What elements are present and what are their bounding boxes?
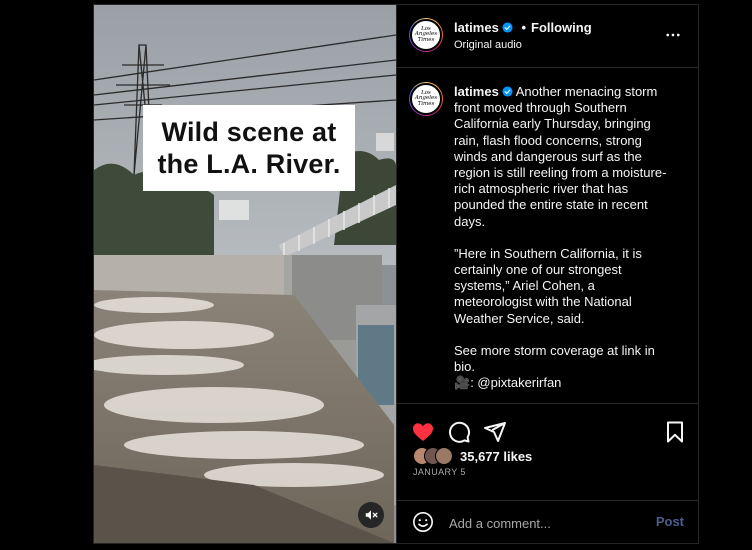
overlay-line-2: the L.A. River.: [157, 149, 341, 179]
avatar: [435, 447, 453, 465]
caption-credit: 🎥: @pixtakerirfan: [454, 375, 674, 391]
latimes-logo: Los Angeles Times: [410, 83, 442, 115]
post-date[interactable]: JANUARY 5: [413, 467, 466, 477]
liker-avatars: [413, 447, 459, 465]
caption-section: Los Angeles Times latimes Another menaci…: [397, 68, 698, 404]
caption-username-link[interactable]: latimes: [454, 84, 499, 99]
credit-handle-link[interactable]: : @pixtakerirfan: [470, 375, 561, 390]
verified-badge-icon: [502, 22, 513, 33]
comment-input[interactable]: [447, 513, 641, 533]
bookmark-icon[interactable]: [663, 420, 687, 444]
video-text-overlay: Wild scene at the L.A. River.: [143, 105, 355, 191]
likes-count-link[interactable]: 35,677 likes: [460, 449, 532, 464]
speaker-muted-icon: [365, 510, 378, 520]
avatar[interactable]: Los Angeles Times: [409, 18, 443, 52]
audio-link[interactable]: Original audio: [454, 39, 522, 51]
post-video[interactable]: Wild scene at the L.A. River.: [94, 5, 396, 543]
mute-button[interactable]: [358, 502, 384, 528]
more-horizontal-icon[interactable]: [664, 26, 682, 44]
header-name-row: latimes • Following: [454, 20, 592, 35]
caption-text: latimes Another menacing storm front mov…: [454, 84, 674, 391]
overlay-line-1: Wild scene at: [161, 117, 337, 147]
emoji-icon[interactable]: [412, 511, 434, 533]
caption-paragraph-2: ”Here in Southern California, it is cert…: [454, 245, 642, 326]
post-header: Los Angeles Times latimes • Following Ori…: [397, 5, 698, 68]
camera-emoji-icon: 🎥: [454, 375, 471, 391]
separator: •: [521, 20, 526, 35]
logo-line-3: Times: [417, 100, 435, 107]
caption-paragraph-1: latimes Another menacing storm front mov…: [454, 84, 674, 230]
logo-line-3: Times: [417, 36, 435, 43]
instagram-post: Wild scene at the L.A. River. Los Angele…: [93, 4, 699, 544]
latimes-logo: Los Angeles Times: [410, 19, 442, 51]
caption-avatar[interactable]: Los Angeles Times: [409, 82, 443, 116]
river-scene-image: [94, 5, 396, 543]
username-link[interactable]: latimes: [454, 20, 499, 35]
share-icon[interactable]: [483, 420, 507, 444]
comment-icon[interactable]: [447, 420, 471, 444]
caption-paragraph-3: See more storm coverage at link in bio.: [454, 342, 655, 375]
comment-bar: Post: [397, 500, 698, 543]
following-button[interactable]: Following: [531, 20, 592, 35]
post-comment-button[interactable]: Post: [656, 514, 684, 529]
caption-body-1: Another menacing storm front moved throu…: [454, 84, 667, 229]
heart-filled-icon[interactable]: [411, 420, 435, 444]
verified-badge-icon: [502, 86, 513, 97]
post-sidebar: Los Angeles Times latimes • Following Ori…: [396, 5, 698, 543]
